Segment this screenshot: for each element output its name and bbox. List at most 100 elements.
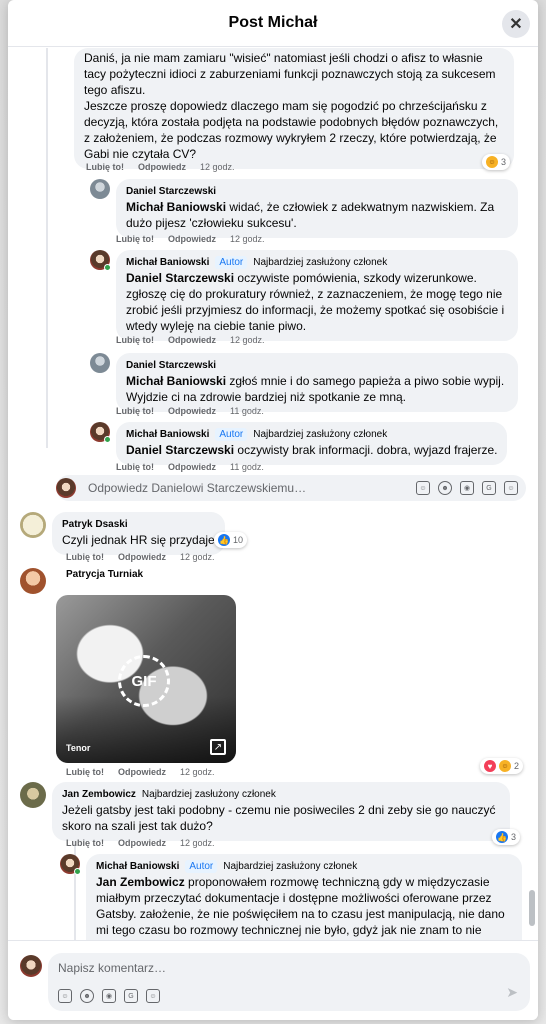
reaction-count: 3 xyxy=(511,832,517,842)
scrollbar-thumb[interactable] xyxy=(529,890,535,926)
author-badge: Autor xyxy=(215,428,248,441)
gif-play-badge[interactable]: GIF xyxy=(118,655,170,707)
like-button[interactable]: Lubię to! xyxy=(66,552,104,562)
comment-actions: Lubię to! Odpowiedz 12 godz. xyxy=(66,767,215,777)
comment-author[interactable]: Jan Zembowicz Najbardziej zasłużony człon… xyxy=(62,788,500,801)
like-button[interactable]: Lubię to! xyxy=(86,162,124,172)
sticker-icon[interactable]: ☺ xyxy=(504,481,518,495)
timestamp[interactable]: 12 godz. xyxy=(230,335,265,345)
send-icon[interactable]: ➤ xyxy=(506,984,518,1001)
timestamp[interactable]: 11 godz. xyxy=(230,406,264,416)
close-button[interactable]: ✕ xyxy=(502,10,530,38)
reaction-count: 3 xyxy=(501,157,507,167)
member-badge: Najbardziej zasłużony członek xyxy=(223,861,358,872)
reply-button[interactable]: Odpowiedz xyxy=(168,462,216,472)
mention[interactable]: Daniel Starczewski xyxy=(126,271,234,285)
comment-text: Jeżeli gatsby jest taki podobny - czemu … xyxy=(62,803,496,833)
comment-author[interactable]: Patrycja Turniak xyxy=(66,568,143,594)
author-badge: Autor xyxy=(215,256,248,269)
close-icon: ✕ xyxy=(509,16,523,33)
sticker-icon[interactable]: ☺ xyxy=(146,989,160,1003)
reply-button[interactable]: Odpowiedz xyxy=(118,767,166,777)
comment-author[interactable]: Patryk Dsaski xyxy=(62,518,215,531)
reply-placeholder: Odpowiedz Danielowi Starczewskiemu… xyxy=(88,481,307,495)
gif-attachment[interactable]: GIF Tenor ↗ xyxy=(56,595,236,763)
avatar[interactable] xyxy=(90,353,110,373)
author-badge: Autor xyxy=(185,860,218,873)
comment-author[interactable]: Michał Baniowski Autor Najbardziej zasłużo… xyxy=(126,256,508,269)
like-button[interactable]: Lubię to! xyxy=(116,234,154,244)
comment-input[interactable]: Napisz komentarz… xyxy=(58,961,166,975)
reply-button[interactable]: Odpowiedz xyxy=(138,162,186,172)
share-icon[interactable]: ↗ xyxy=(210,739,226,755)
avatar[interactable] xyxy=(60,854,81,875)
like-button[interactable]: Lubię to! xyxy=(66,838,104,848)
avatar[interactable] xyxy=(20,568,46,594)
comment-composer-area: Napisz komentarz… ☺ ☻ ◉ G ☺ ➤ xyxy=(8,940,538,1020)
like-button[interactable]: Lubię to! xyxy=(116,462,154,472)
avatar-sticker-icon[interactable]: ☺ xyxy=(416,481,430,495)
comment: Jan Zembowicz Najbardziej zasłużony człon… xyxy=(20,782,510,841)
avatar[interactable] xyxy=(90,250,111,271)
timestamp[interactable]: 12 godz. xyxy=(180,552,215,562)
comment-author[interactable]: Daniel Starczewski xyxy=(126,359,508,372)
avatar[interactable] xyxy=(90,422,111,443)
avatar[interactable] xyxy=(90,179,110,199)
timestamp[interactable]: 12 godz. xyxy=(180,767,215,777)
post-modal: Post Michał ✕ Daniś, ja nie mam zamiaru … xyxy=(8,0,538,1020)
camera-icon[interactable]: ◉ xyxy=(102,989,116,1003)
emoji-icon[interactable]: ☻ xyxy=(438,481,452,495)
mention[interactable]: Daniel Starczewski xyxy=(126,443,234,457)
composer-tools: ☺ ☻ ◉ G ☺ xyxy=(58,989,160,1003)
gif-icon[interactable]: G xyxy=(124,989,138,1003)
member-badge: Najbardziej zasłużony członek xyxy=(141,789,276,800)
modal-header: Post Michał ✕ xyxy=(8,0,538,47)
reply-button[interactable]: Odpowiedz xyxy=(118,838,166,848)
comment-text: Daniś, ja nie mam zamiaru "wisieć" natom… xyxy=(74,48,514,169)
camera-icon[interactable]: ◉ xyxy=(460,481,474,495)
avatar[interactable] xyxy=(20,512,46,538)
reply-button[interactable]: Odpowiedz xyxy=(118,552,166,562)
avatar xyxy=(20,955,42,977)
reply-comment: Daniel Starczewski Michał Baniowski zgło… xyxy=(90,353,518,412)
reply-input-tools: ☺ ☻ ◉ G ☺ xyxy=(416,481,518,495)
reaction-summary[interactable]: ♥ ☺ 2 xyxy=(480,758,524,774)
comment: Daniś, ja nie mam zamiaru "wisieć" natom… xyxy=(74,48,514,169)
reply-input[interactable]: Odpowiedz Danielowi Starczewskiemu… ☺ ☻ … xyxy=(56,475,526,501)
comment-actions: Lubię to! Odpowiedz 11 godz. xyxy=(116,462,264,472)
reaction-summary[interactable]: 👍 3 xyxy=(492,829,521,845)
comments-scroll-area[interactable]: Daniś, ja nie mam zamiaru "wisieć" natom… xyxy=(8,48,538,940)
timestamp[interactable]: 11 godz. xyxy=(230,462,264,472)
timestamp[interactable]: 12 godz. xyxy=(180,838,215,848)
comment-author[interactable]: Michał Baniowski Autor Najbardziej zasłużo… xyxy=(96,860,512,873)
love-reaction-icon: ♥ xyxy=(484,760,496,772)
timestamp[interactable]: 12 godz. xyxy=(230,234,265,244)
avatar-sticker-icon[interactable]: ☺ xyxy=(58,989,72,1003)
reaction-summary[interactable]: ☺ 3 xyxy=(482,154,511,170)
comment-author[interactable]: Michał Baniowski Autor Najbardziej zasłużo… xyxy=(126,428,497,441)
mention[interactable]: Michał Baniowski xyxy=(126,200,226,214)
mention[interactable]: Michał Baniowski xyxy=(126,374,226,388)
reply-button[interactable]: Odpowiedz xyxy=(168,406,216,416)
gif-icon[interactable]: G xyxy=(482,481,496,495)
comment-actions: Lubię to! Odpowiedz 12 godz. xyxy=(86,162,235,172)
gif-source-label: Tenor xyxy=(66,743,91,753)
emoji-icon[interactable]: ☻ xyxy=(80,989,94,1003)
mention[interactable]: Jan Zembowicz xyxy=(96,875,185,889)
online-status-dot xyxy=(104,436,111,443)
comment-composer[interactable]: Napisz komentarz… ☺ ☻ ◉ G ☺ ➤ xyxy=(48,953,530,1011)
comment-actions: Lubię to! Odpowiedz 11 godz. xyxy=(116,406,264,416)
like-button[interactable]: Lubię to! xyxy=(116,406,154,416)
reaction-count: 2 xyxy=(514,761,520,771)
avatar[interactable] xyxy=(20,782,46,808)
like-button[interactable]: Lubię to! xyxy=(116,335,154,345)
comment-bubble: Daniel Starczewski Michał Baniowski wida… xyxy=(116,179,518,238)
reaction-summary[interactable]: 👍 10 xyxy=(214,532,248,548)
comment-author[interactable]: Daniel Starczewski xyxy=(126,185,508,198)
member-badge: Najbardziej zasłużony członek xyxy=(253,429,388,440)
reply-button[interactable]: Odpowiedz xyxy=(168,335,216,345)
like-button[interactable]: Lubię to! xyxy=(66,767,104,777)
timestamp[interactable]: 12 godz. xyxy=(200,162,235,172)
modal-title: Post Michał xyxy=(228,14,318,31)
reply-button[interactable]: Odpowiedz xyxy=(168,234,216,244)
